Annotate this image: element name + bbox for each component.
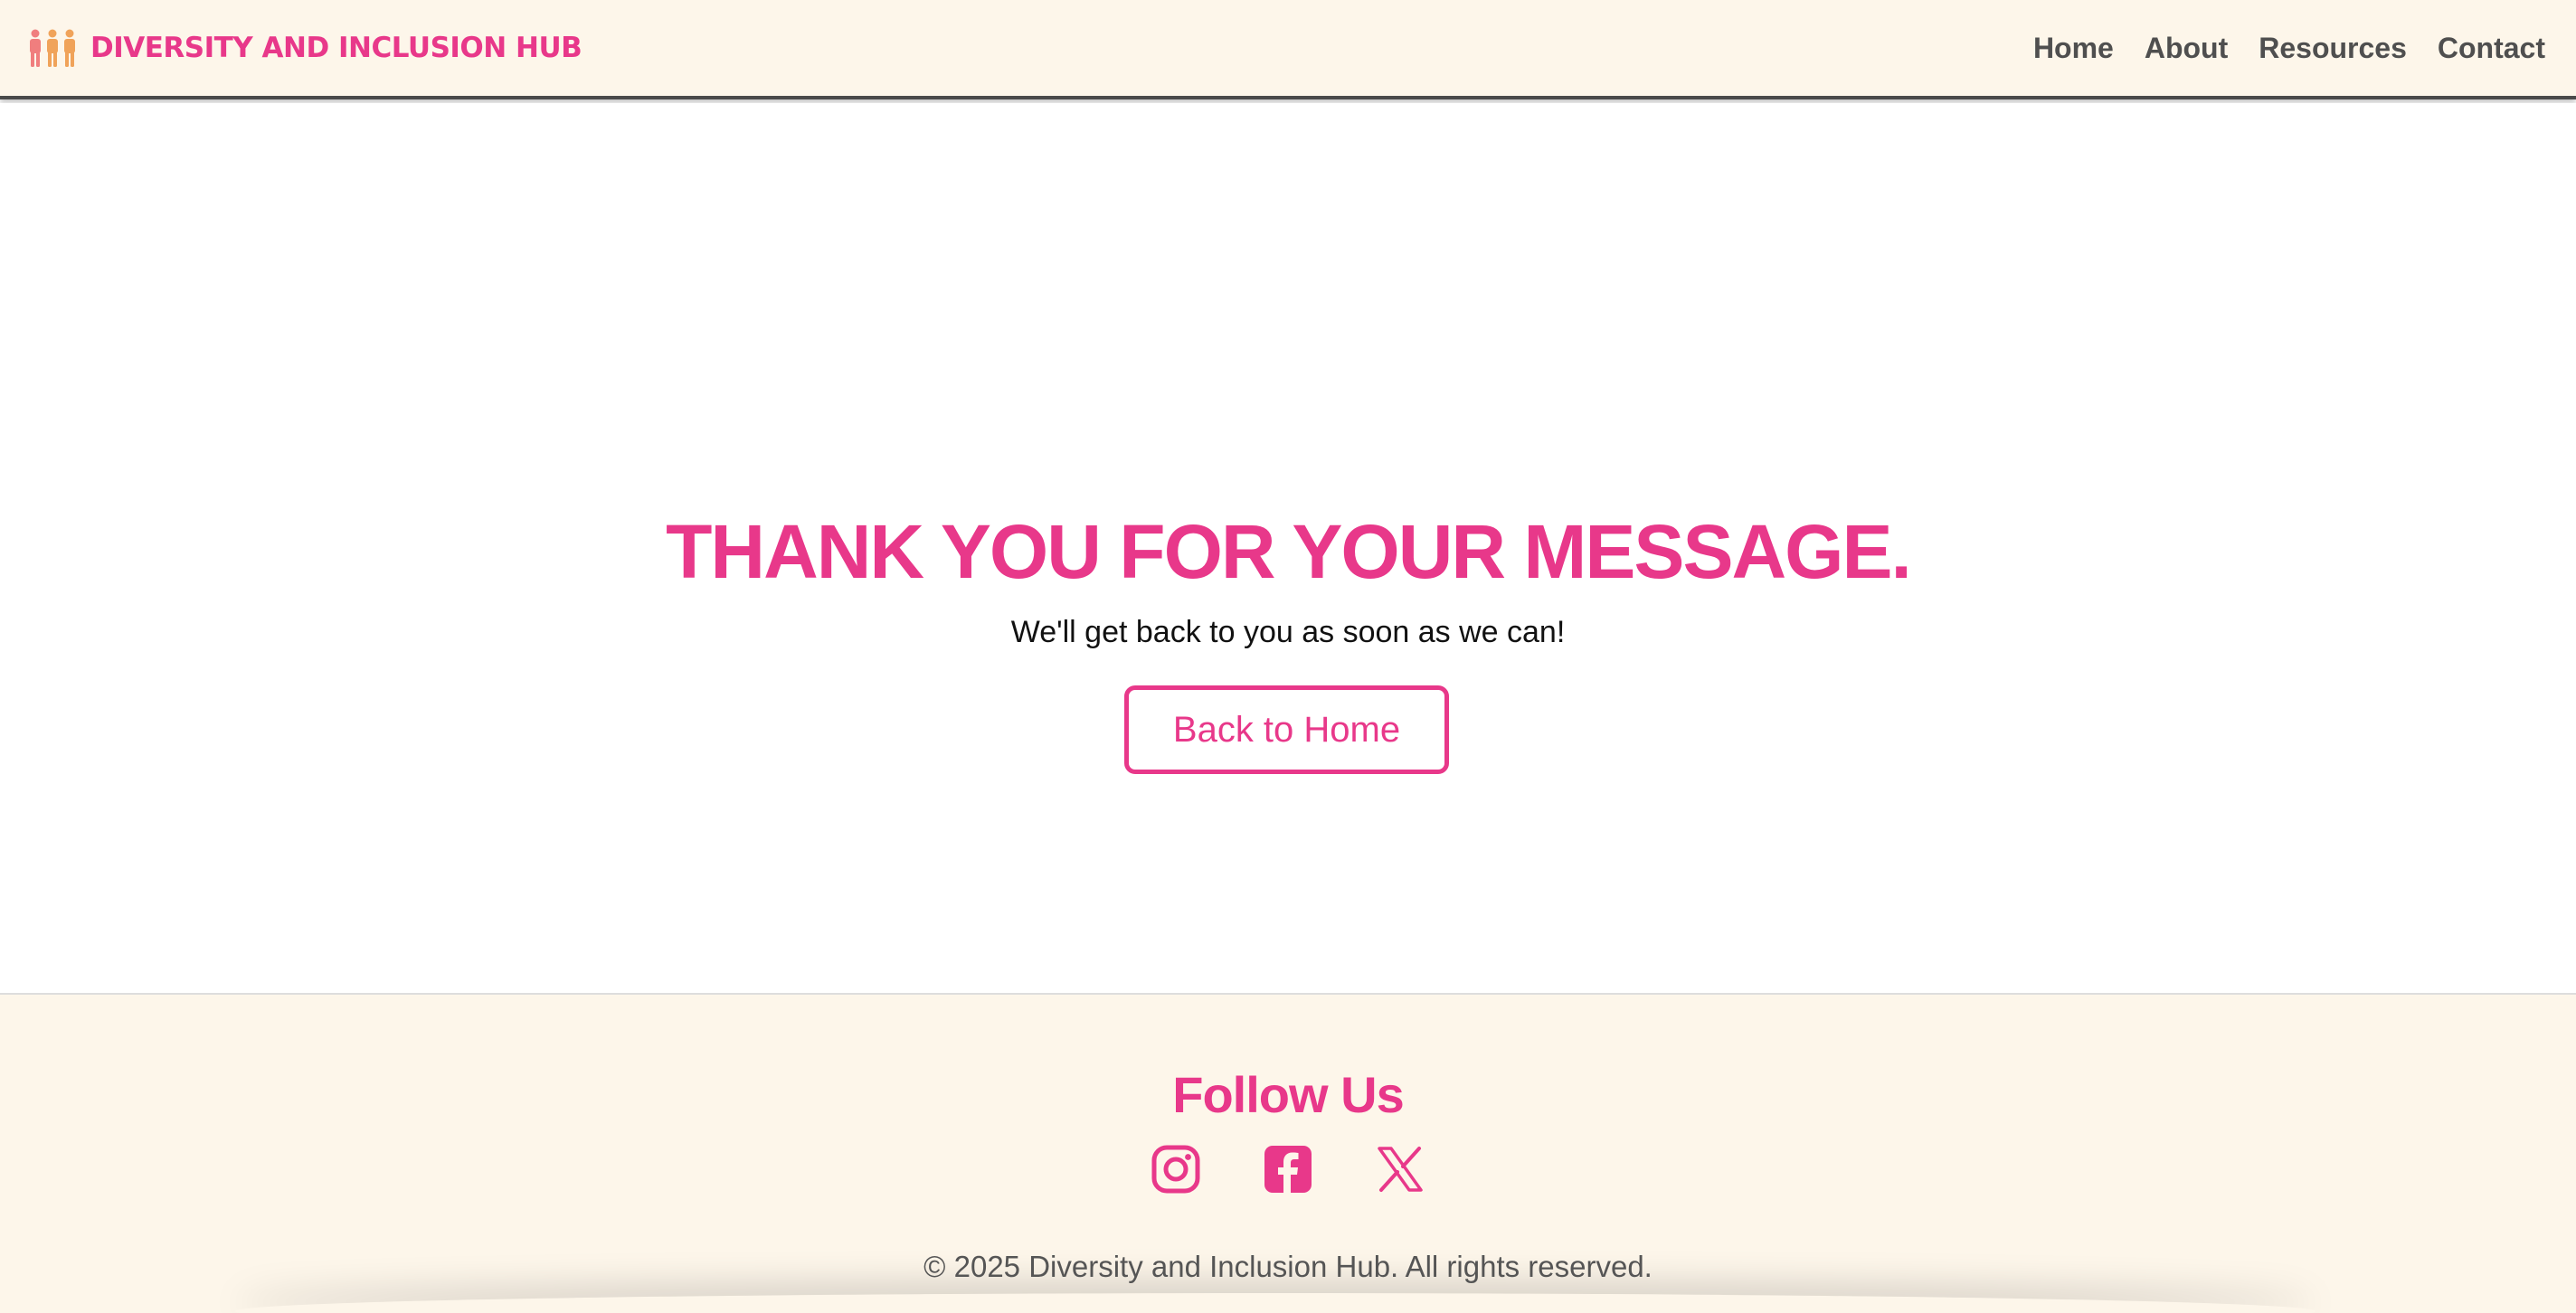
nav-contact[interactable]: Contact — [2438, 32, 2545, 65]
x-icon — [1378, 1147, 1423, 1192]
people-group-icon — [30, 29, 75, 67]
copyright-text: © 2025 Diversity and Inclusion Hub. All … — [923, 1250, 1653, 1283]
site-footer: Follow Us © 2025 Diversity and Inclusion… — [0, 993, 2576, 1313]
main-content: THANK YOU FOR YOUR MESSAGE. We'll get ba… — [0, 103, 2576, 993]
facebook-link[interactable] — [1262, 1143, 1314, 1195]
thank-you-subtitle: We'll get back to you as soon as we can! — [1010, 615, 1566, 649]
footer-shadow — [235, 1293, 2316, 1313]
x-link[interactable] — [1374, 1143, 1426, 1195]
brand-link[interactable]: DIVERSITY AND INCLUSION HUB — [27, 28, 582, 68]
nav-home[interactable]: Home — [2033, 32, 2114, 65]
facebook-icon — [1264, 1146, 1312, 1193]
nav-resources[interactable]: Resources — [2259, 32, 2407, 65]
follow-us-title: Follow Us — [1172, 1066, 1404, 1123]
instagram-icon — [1151, 1145, 1200, 1194]
nav-about[interactable]: About — [2145, 32, 2228, 65]
thank-you-title: THANK YOU FOR YOUR MESSAGE. — [666, 509, 1912, 594]
brand-title: DIVERSITY AND INCLUSION HUB — [90, 32, 582, 64]
back-to-home-button[interactable]: Back to Home — [1124, 685, 1449, 774]
page: DIVERSITY AND INCLUSION HUB Home About R… — [0, 0, 2576, 1313]
social-links — [0, 1143, 2576, 1195]
instagram-link[interactable] — [1150, 1143, 1202, 1195]
main-nav: Home About Resources Contact — [2033, 32, 2549, 65]
site-header: DIVERSITY AND INCLUSION HUB Home About R… — [0, 0, 2576, 99]
